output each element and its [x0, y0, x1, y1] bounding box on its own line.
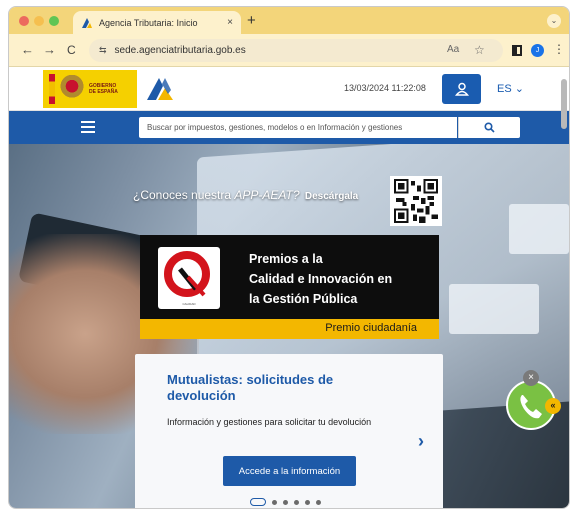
tab-search-button[interactable]: ⌄: [547, 14, 561, 28]
site-info-icon[interactable]: ⇆: [99, 45, 107, 56]
card-description: Información y gestiones para solicitar t…: [167, 417, 372, 427]
minimize-window-button[interactable]: [34, 16, 44, 26]
card-title[interactable]: Mutualistas: solicitudes de devolución: [167, 372, 367, 404]
app-download-link[interactable]: Descárgala: [305, 191, 358, 202]
quality-award-banner[interactable]: CALIDAD Premios a la Calidad e Innovació…: [140, 235, 439, 339]
side-panel-icon[interactable]: [512, 45, 522, 56]
featured-info-card: Mutualistas: solicitudes de devolución I…: [135, 354, 443, 508]
forward-button[interactable]: →: [43, 43, 56, 57]
award-q-logo-icon: [164, 251, 210, 297]
server-datetime: 13/03/2024 11:22:08: [344, 83, 426, 93]
search-input[interactable]: Buscar por impuestos, gestiones, modelos…: [139, 117, 457, 138]
app-promo-text[interactable]: ¿Conoces nuestra APP-AEAT? Descárgala: [133, 188, 358, 202]
tab-close-icon[interactable]: ×: [227, 17, 233, 28]
gov-logo-line2: DE ESPAÑA: [89, 89, 118, 95]
qr-code-icon: [394, 179, 438, 223]
access-information-button[interactable]: Accede a la información: [223, 456, 356, 486]
carousel-indicators: [250, 498, 321, 506]
award-title-line2: Calidad e Innovación en: [249, 272, 393, 286]
chat-collapse-icon[interactable]: «: [545, 398, 561, 414]
coat-of-arms-icon: [60, 75, 84, 103]
hero-banner: ¿Conoces nuestra APP-AEAT? Descárgala CA…: [9, 144, 569, 508]
award-category-label: Premio ciudadanía: [325, 322, 417, 334]
award-title-line1: Premios a la: [249, 252, 323, 266]
language-selector[interactable]: ES ⌄: [497, 82, 524, 95]
carousel-dot[interactable]: [316, 499, 321, 505]
address-bar[interactable]: ⇆ sede.agenciatributaria.gob.es Aa ☆: [89, 39, 503, 62]
app-promo-name: APP-AEAT?: [234, 188, 300, 202]
url-text[interactable]: sede.agenciatributaria.gob.es: [115, 45, 246, 56]
browser-menu-icon[interactable]: ⋮: [553, 42, 565, 56]
search-bar: Buscar por impuestos, gestiones, modelos…: [9, 111, 569, 144]
screen-panel-image: [509, 204, 569, 254]
bookmark-star-icon[interactable]: ☆: [474, 43, 485, 57]
page-scrollbar[interactable]: [561, 69, 567, 508]
user-access-button[interactable]: [442, 74, 481, 104]
award-logo-caption: CALIDAD: [182, 302, 196, 306]
reload-button[interactable]: C: [67, 43, 76, 57]
screen-panel-image: [449, 284, 539, 334]
carousel-dot[interactable]: [283, 499, 288, 505]
carousel-next-icon[interactable]: ›: [418, 432, 424, 450]
app-promo-prefix: ¿Conoces nuestra: [133, 188, 235, 202]
carousel-dot[interactable]: [272, 499, 277, 505]
aeat-logo-icon[interactable]: [145, 76, 175, 102]
award-logo: CALIDAD: [158, 247, 220, 309]
carousel-dot[interactable]: [294, 499, 299, 505]
scrollbar-thumb[interactable]: [561, 79, 567, 129]
user-icon: [454, 82, 469, 96]
award-category-bar: Premio ciudadanía: [140, 319, 439, 339]
tab-agencia-tributaria[interactable]: Agencia Tributaria: Inicio ×: [73, 11, 241, 34]
award-title-line3: la Gestión Pública: [249, 292, 358, 306]
flag-icon: [49, 74, 55, 104]
close-window-button[interactable]: [19, 16, 29, 26]
chat-close-icon[interactable]: ×: [523, 370, 539, 386]
browser-window: Agencia Tributaria: Inicio × + ⌄ ← → C ⇆…: [8, 6, 570, 509]
translate-icon[interactable]: Aa: [447, 44, 459, 55]
qr-code: [390, 176, 442, 226]
search-button[interactable]: [458, 117, 520, 138]
gov-logo-text: GOBIERNO DE ESPAÑA: [89, 83, 118, 95]
new-tab-button[interactable]: +: [247, 12, 256, 29]
carousel-dot[interactable]: [305, 499, 310, 505]
profile-avatar[interactable]: J: [531, 44, 544, 57]
site-header: GOBIERNO DE ESPAÑA 13/03/2024 11:22:08 E…: [9, 68, 569, 111]
carousel-dot[interactable]: [250, 498, 266, 506]
gobierno-espana-logo[interactable]: GOBIERNO DE ESPAÑA: [43, 70, 137, 108]
back-button[interactable]: ←: [21, 43, 34, 57]
maximize-window-button[interactable]: [49, 16, 59, 26]
browser-toolbar: ← → C ⇆ sede.agenciatributaria.gob.es Aa…: [9, 34, 569, 67]
tab-strip: Agencia Tributaria: Inicio × + ⌄: [9, 7, 569, 34]
aeat-favicon-icon: [82, 17, 92, 28]
hamburger-menu-icon[interactable]: [81, 121, 95, 133]
tab-title: Agencia Tributaria: Inicio: [99, 17, 198, 28]
search-icon: [484, 122, 495, 133]
